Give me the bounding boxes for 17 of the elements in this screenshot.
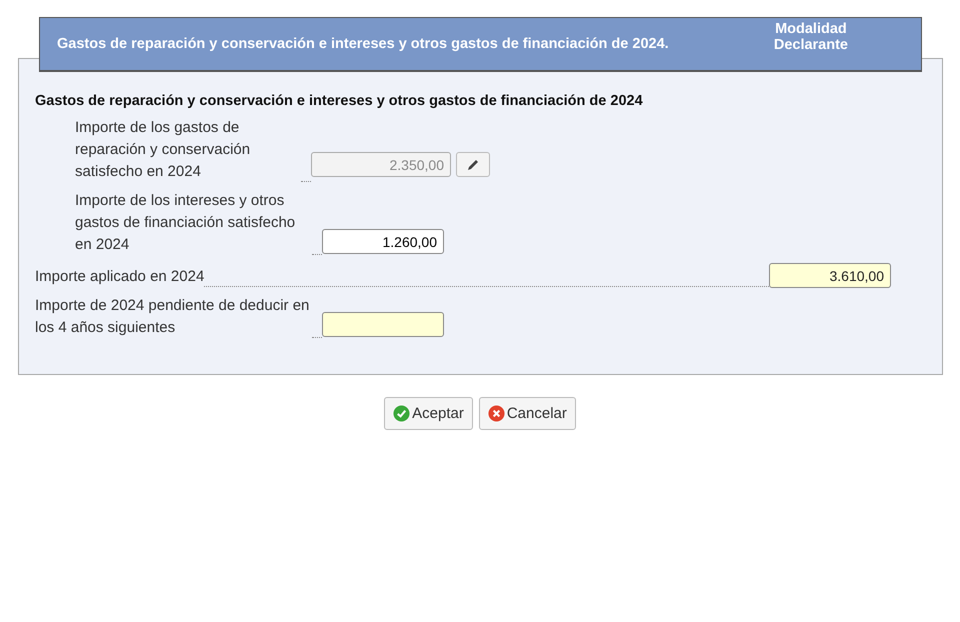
edit-button[interactable] — [456, 152, 490, 177]
field-label: Importe aplicado en 2024 — [35, 267, 204, 287]
section-title: Gastos de reparación y conservación e intereses y otros gastos de financiación de 2024 — [34, 93, 644, 109]
pencil-icon — [466, 158, 480, 172]
mode-label: Declarante — [774, 37, 848, 53]
cancel-button[interactable]: Cancelar — [478, 397, 576, 430]
amount-field[interactable]: 3.610,00 — [769, 263, 891, 288]
amount-field[interactable] — [322, 312, 444, 337]
accept-button[interactable]: Aceptar — [384, 397, 473, 430]
header-title: Gastos de reparación y conservación e intereses y otros gastos de financiación de 2024. — [57, 36, 670, 52]
field-label: Importe de los gastos de reparación y conservación satisfecho en 2024 — [75, 118, 252, 182]
field-label: Importe de 2024 pendiente de deducir en los 4 años siguientes — [35, 296, 310, 338]
amount-field[interactable]: 1.260,00 — [322, 229, 444, 254]
field-label: Importe de los intereses y otros gastos de financiación satisfecho en 2024 — [75, 191, 296, 255]
close-icon — [488, 405, 505, 422]
mode-label: Modalidad — [775, 21, 847, 37]
check-icon — [393, 405, 410, 422]
